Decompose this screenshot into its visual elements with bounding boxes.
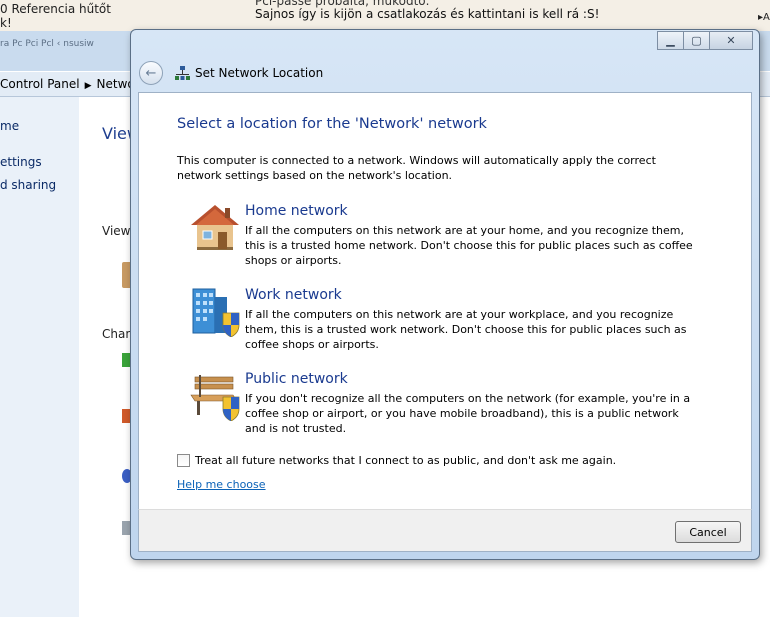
office-building-icon <box>192 288 240 337</box>
option-work-network[interactable]: Work network If all the computers on thi… <box>189 287 709 359</box>
never-ask-checkbox[interactable] <box>177 454 190 467</box>
never-ask-label[interactable]: Treat all future networks that I connect… <box>195 454 616 467</box>
set-network-location-dialog: ▁ ▢ ✕ ← Set Network Location Select a lo… <box>130 29 760 560</box>
maximize-button[interactable]: ▢ <box>683 31 710 50</box>
close-button[interactable]: ✕ <box>709 31 753 50</box>
back-arrow-icon: ← <box>145 65 157 81</box>
change-label: Chan <box>102 327 133 341</box>
dialog-content: Select a location for the 'Network' netw… <box>138 92 752 510</box>
dialog-title: Set Network Location <box>195 66 324 80</box>
option-home-network[interactable]: Home network If all the computers on thi… <box>189 203 709 275</box>
option-public-description: If you don't recognize all the computers… <box>245 392 691 435</box>
dialog-intro: This computer is connected to a network.… <box>177 154 656 182</box>
forum-left-text-2: k! <box>0 16 12 30</box>
breadcrumb-arrow-icon[interactable]: ▶ <box>85 81 92 91</box>
dialog-heading: Select a location for the 'Network' netw… <box>177 116 487 132</box>
breadcrumb-control-panel[interactable]: Control Panel <box>0 77 80 91</box>
sidebar-item-settings[interactable]: ettings <box>0 155 42 169</box>
minimize-button[interactable]: ▁ <box>657 31 684 50</box>
maximize-icon: ▢ <box>691 34 702 47</box>
forum-page-header: 0 Referencia hűtőt k! Pci-passe próbáltá… <box>0 0 770 31</box>
house-icon <box>191 205 239 250</box>
back-button[interactable]: ← <box>139 61 163 85</box>
forum-right-text: ▸Al <box>758 12 770 23</box>
window-controls: ▁ ▢ ✕ <box>657 31 753 50</box>
option-public-title[interactable]: Public network <box>245 371 348 387</box>
view-label: View <box>102 224 131 238</box>
dialog-footer: Cancel <box>138 509 752 552</box>
minimize-icon: ▁ <box>666 34 675 47</box>
forum-left-text: 0 Referencia hűtőt <box>0 2 111 16</box>
network-icon <box>175 66 190 80</box>
sidebar-item-sharing[interactable]: d sharing <box>0 178 56 192</box>
park-bench-icon <box>190 375 240 421</box>
option-public-network[interactable]: Public network If you don't recognize al… <box>189 371 709 443</box>
close-icon: ✕ <box>726 34 736 47</box>
help-me-choose-link[interactable]: Help me choose <box>177 478 266 491</box>
control-panel-sidebar: me ettings d sharing <box>0 97 79 617</box>
forum-post-text: Sajnos így is kijön a csatlakozás és kat… <box>255 7 600 21</box>
option-home-description: If all the computers on this network are… <box>245 224 693 267</box>
control-panel-title: ra Pc Pci Pcl ‹ nsusiw <box>0 39 94 49</box>
cancel-button[interactable]: Cancel <box>675 521 741 543</box>
forum-right-label: Al <box>763 12 770 23</box>
option-home-title[interactable]: Home network <box>245 203 348 219</box>
option-work-description: If all the computers on this network are… <box>245 308 687 351</box>
sidebar-item-home[interactable]: me <box>0 119 19 133</box>
never-ask-row[interactable]: Treat all future networks that I connect… <box>177 454 616 467</box>
breadcrumb: Control Panel ▶ Network <box>0 77 147 91</box>
option-work-title[interactable]: Work network <box>245 287 342 303</box>
